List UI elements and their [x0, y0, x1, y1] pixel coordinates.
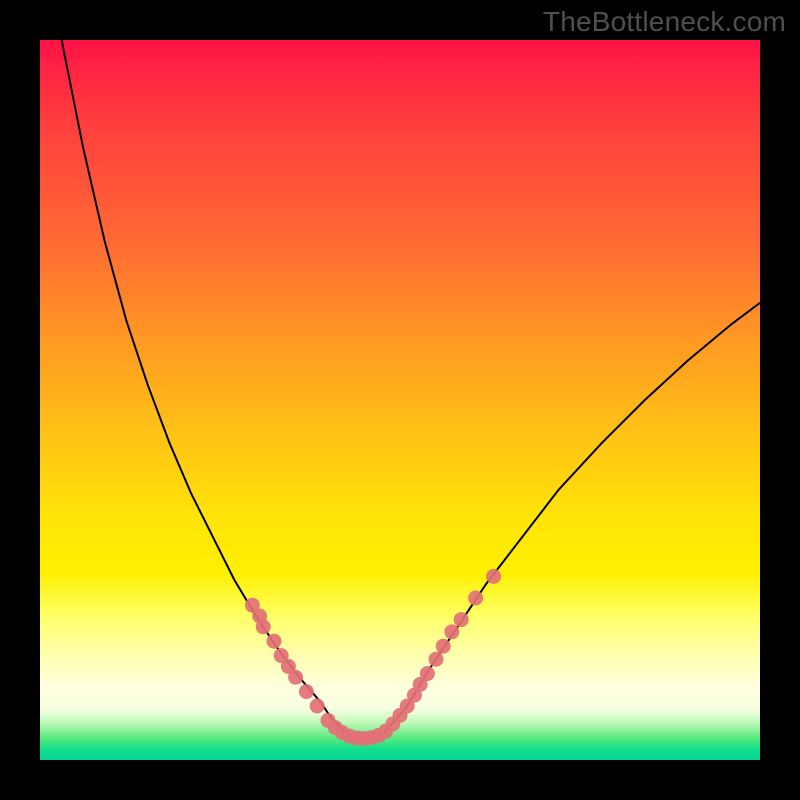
data-marker — [288, 670, 303, 685]
data-marker — [429, 652, 444, 667]
data-marker — [486, 569, 501, 584]
data-marker — [310, 699, 325, 714]
data-marker — [454, 612, 469, 627]
chart-frame: TheBottleneck.com — [0, 0, 800, 800]
data-marker — [299, 684, 314, 699]
bottleneck-curve — [40, 40, 760, 738]
chart-overlay-svg — [40, 40, 760, 760]
data-marker — [444, 624, 459, 639]
data-marker — [436, 639, 451, 654]
data-marker — [468, 591, 483, 606]
watermark-label: TheBottleneck.com — [543, 6, 786, 38]
data-marker — [420, 666, 435, 681]
plot-area — [40, 40, 760, 760]
data-marker — [267, 634, 282, 649]
marker-group — [245, 569, 501, 746]
data-marker — [256, 619, 271, 634]
